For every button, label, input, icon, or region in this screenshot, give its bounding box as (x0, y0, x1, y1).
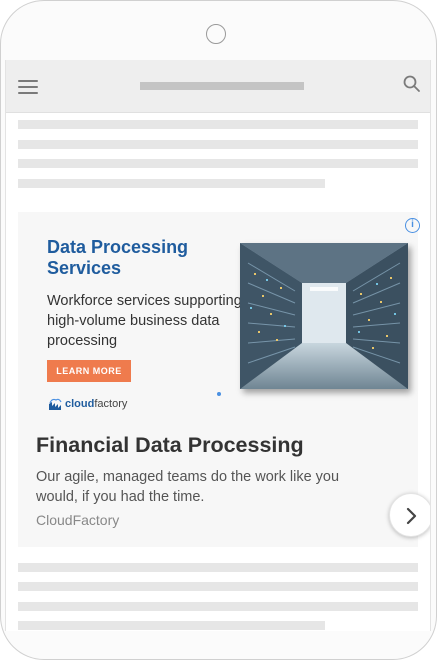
placeholder-text-line (18, 621, 325, 630)
ad-headline[interactable]: Financial Data Processing (36, 432, 406, 458)
logo-text-bold: cloud (65, 398, 95, 410)
carousel-indicator-dot (217, 392, 221, 396)
address-bar-placeholder[interactable] (140, 82, 304, 90)
placeholder-text-line (18, 179, 325, 188)
ad-advertiser: CloudFactory (36, 512, 120, 528)
logo-text-rest: factory (94, 398, 128, 410)
chevron-right-icon (406, 507, 417, 525)
camera-icon (206, 24, 226, 44)
hamburger-menu-icon[interactable] (18, 80, 38, 94)
info-icon[interactable]: i (405, 218, 420, 233)
placeholder-text-line (18, 602, 418, 611)
browser-toolbar (6, 60, 430, 113)
cloudfactory-logo-icon (49, 398, 62, 410)
phone-mockup: Data Processing Services Workforce servi… (0, 0, 437, 660)
ad-creative[interactable]: Data Processing Services Workforce servi… (18, 212, 418, 422)
native-ad-card[interactable]: Data Processing Services Workforce servi… (18, 212, 430, 547)
phone-screen: Data Processing Services Workforce servi… (5, 60, 431, 631)
search-icon[interactable] (402, 74, 422, 94)
placeholder-text-line (18, 159, 418, 168)
placeholder-text-line (18, 140, 418, 149)
cloudfactory-logo: cloudfactory (47, 396, 127, 412)
data-center-photo (240, 243, 408, 389)
ad-description: Our agile, managed teams do the work lik… (36, 469, 340, 505)
learn-more-button[interactable]: LEARN MORE (47, 360, 131, 382)
cloudfactory-logo-text: cloudfactory (65, 398, 127, 410)
ad-creative-body: Workforce services supporting high-volum… (47, 293, 242, 349)
data-center-illustration (240, 243, 408, 389)
next-button[interactable] (389, 493, 430, 537)
placeholder-text-line (18, 120, 418, 129)
placeholder-text-line (18, 563, 418, 572)
ad-creative-title: Data Processing Services (47, 237, 189, 278)
placeholder-text-line (18, 582, 418, 591)
